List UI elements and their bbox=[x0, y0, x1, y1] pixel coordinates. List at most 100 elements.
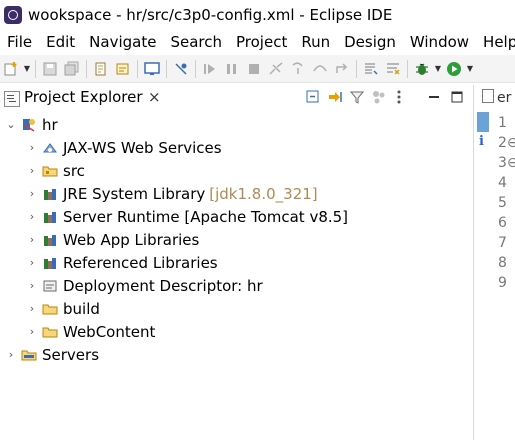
editor-tab-label: er bbox=[497, 90, 512, 106]
link-with-editor-icon[interactable] bbox=[327, 89, 343, 105]
filter-icon[interactable] bbox=[349, 89, 365, 105]
menu-window[interactable]: Window bbox=[403, 33, 476, 51]
menu-help[interactable]: Help bbox=[476, 33, 515, 51]
menu-design[interactable]: Design bbox=[337, 33, 403, 51]
toolbar-separator bbox=[356, 59, 357, 78]
chevron-right-icon[interactable]: › bbox=[25, 325, 39, 338]
tree-item-label: Servers bbox=[42, 345, 100, 364]
source-folder-icon bbox=[41, 163, 59, 179]
toolbar-separator bbox=[166, 59, 167, 78]
tree-item-label: JAX-WS Web Services bbox=[63, 138, 222, 157]
menu-file[interactable]: File bbox=[0, 33, 39, 51]
tree-item-jre-library[interactable]: › JRE System Library [jdk1.8.0_321] bbox=[25, 182, 318, 205]
line-number: 3⊖ bbox=[498, 155, 515, 171]
tree-item-webcontent[interactable]: › WebContent bbox=[25, 320, 156, 343]
tree-item-hr[interactable]: ⌄ hr bbox=[4, 113, 58, 136]
line-number: 8 bbox=[498, 255, 507, 271]
menu-edit[interactable]: Edit bbox=[39, 33, 82, 51]
suspend-icon[interactable] bbox=[224, 61, 240, 77]
save-icon[interactable] bbox=[42, 61, 58, 77]
editor-tab[interactable]: er bbox=[482, 89, 511, 106]
tree-item-label: WebContent bbox=[63, 322, 156, 341]
chevron-right-icon[interactable]: › bbox=[25, 302, 39, 315]
tree-item-src[interactable]: › src bbox=[25, 159, 85, 182]
console-icon[interactable] bbox=[144, 61, 160, 77]
chevron-right-icon[interactable]: › bbox=[25, 279, 39, 292]
tree-item-build[interactable]: › build bbox=[25, 297, 100, 320]
title-bar: wookspace - hr/src/c3p0-config.xml - Ecl… bbox=[0, 0, 515, 30]
step-over-icon[interactable] bbox=[312, 61, 328, 77]
collapse-all-icon[interactable] bbox=[305, 89, 321, 105]
focus-on-active-task-icon[interactable] bbox=[371, 89, 387, 105]
open-resource-icon[interactable] bbox=[115, 61, 131, 77]
main-toolbar: ▼ ▼ ▼ bbox=[0, 55, 515, 83]
save-all-icon[interactable] bbox=[64, 61, 80, 77]
skip-breakpoints-icon[interactable] bbox=[173, 61, 189, 77]
line-number: 5 bbox=[498, 195, 507, 211]
menu-run[interactable]: Run bbox=[294, 33, 337, 51]
run-dropdown-icon[interactable]: ▼ bbox=[466, 61, 474, 77]
minimize-icon[interactable] bbox=[426, 89, 442, 105]
step-into-icon[interactable] bbox=[290, 61, 306, 77]
tree-item-server-runtime[interactable]: › Server Runtime [Apache Tomcat v8.5] bbox=[25, 205, 348, 228]
library-icon bbox=[41, 209, 59, 225]
new-icon[interactable] bbox=[3, 61, 19, 77]
chevron-right-icon[interactable]: › bbox=[25, 187, 39, 200]
chevron-down-icon[interactable]: ⌄ bbox=[4, 118, 18, 131]
word-wrap-icon[interactable] bbox=[385, 61, 401, 77]
info-icon[interactable]: i bbox=[479, 134, 484, 149]
web-project-icon bbox=[20, 117, 38, 133]
view-menu-icon[interactable] bbox=[391, 89, 407, 105]
line-number: 7 bbox=[498, 235, 507, 251]
xml-file-icon bbox=[482, 89, 494, 103]
line-number: 4 bbox=[498, 175, 507, 191]
menu-navigate[interactable]: Navigate bbox=[82, 33, 163, 51]
disconnect-icon[interactable] bbox=[268, 61, 284, 77]
tree-item-label: src bbox=[63, 161, 85, 180]
tree-item-referenced-libraries[interactable]: › Referenced Libraries bbox=[25, 251, 218, 274]
tree-item-label: Deployment Descriptor: hr bbox=[63, 276, 263, 295]
open-type-icon[interactable] bbox=[93, 61, 109, 77]
maximize-icon[interactable] bbox=[449, 89, 465, 105]
project-explorer-panel: Project Explorer × ⌄ hr › JAX-WS Web Ser… bbox=[0, 85, 474, 440]
tree-item-label: build bbox=[63, 299, 100, 318]
web-services-icon bbox=[41, 140, 59, 156]
folder-icon bbox=[41, 301, 59, 317]
resume-icon[interactable] bbox=[202, 61, 218, 77]
chevron-right-icon[interactable]: › bbox=[25, 164, 39, 177]
tree-item-web-app-libraries[interactable]: › Web App Libraries bbox=[25, 228, 200, 251]
deployment-descriptor-icon bbox=[41, 278, 59, 294]
chevron-right-icon[interactable]: › bbox=[25, 256, 39, 269]
menu-bar: File Edit Navigate Search Project Run De… bbox=[0, 30, 515, 54]
eclipse-logo-icon bbox=[4, 6, 22, 24]
tree-item-label: hr bbox=[42, 115, 58, 134]
window-title: wookspace - hr/src/c3p0-config.xml - Ecl… bbox=[28, 6, 393, 24]
chevron-right-icon[interactable]: › bbox=[25, 141, 39, 154]
run-icon[interactable] bbox=[446, 61, 462, 77]
terminate-icon[interactable] bbox=[246, 61, 262, 77]
tree-item-label: Server Runtime [Apache Tomcat v8.5] bbox=[63, 207, 349, 226]
toolbar-separator bbox=[86, 59, 87, 78]
editor-area: er i 1 2⊖ 3⊖ 4 5 6 7 8 9 bbox=[474, 85, 515, 440]
tree-item-servers[interactable]: › Servers bbox=[4, 343, 99, 366]
step-return-icon[interactable] bbox=[334, 61, 350, 77]
line-number: 9 bbox=[498, 275, 507, 291]
project-explorer-icon bbox=[4, 91, 20, 107]
project-explorer-tab[interactable]: Project Explorer bbox=[24, 88, 143, 106]
chevron-right-icon[interactable]: › bbox=[4, 348, 18, 361]
menu-project[interactable]: Project bbox=[229, 33, 294, 51]
tree-item-jax-ws[interactable]: › JAX-WS Web Services bbox=[25, 136, 222, 159]
toolbar-separator bbox=[137, 59, 138, 78]
line-number: 1 bbox=[498, 115, 507, 131]
library-icon bbox=[41, 232, 59, 248]
new-dropdown-icon[interactable]: ▼ bbox=[23, 61, 31, 77]
chevron-right-icon[interactable]: › bbox=[25, 210, 39, 223]
tree-item-deployment-descriptor[interactable]: › Deployment Descriptor: hr bbox=[25, 274, 263, 297]
chevron-right-icon[interactable]: › bbox=[25, 233, 39, 246]
debug-dropdown-icon[interactable]: ▼ bbox=[434, 61, 442, 77]
toggle-block-selection-icon[interactable] bbox=[363, 61, 379, 77]
menu-search[interactable]: Search bbox=[163, 33, 229, 51]
toolbar-separator bbox=[35, 59, 36, 78]
close-icon[interactable]: × bbox=[148, 88, 161, 106]
debug-icon[interactable] bbox=[414, 61, 430, 77]
